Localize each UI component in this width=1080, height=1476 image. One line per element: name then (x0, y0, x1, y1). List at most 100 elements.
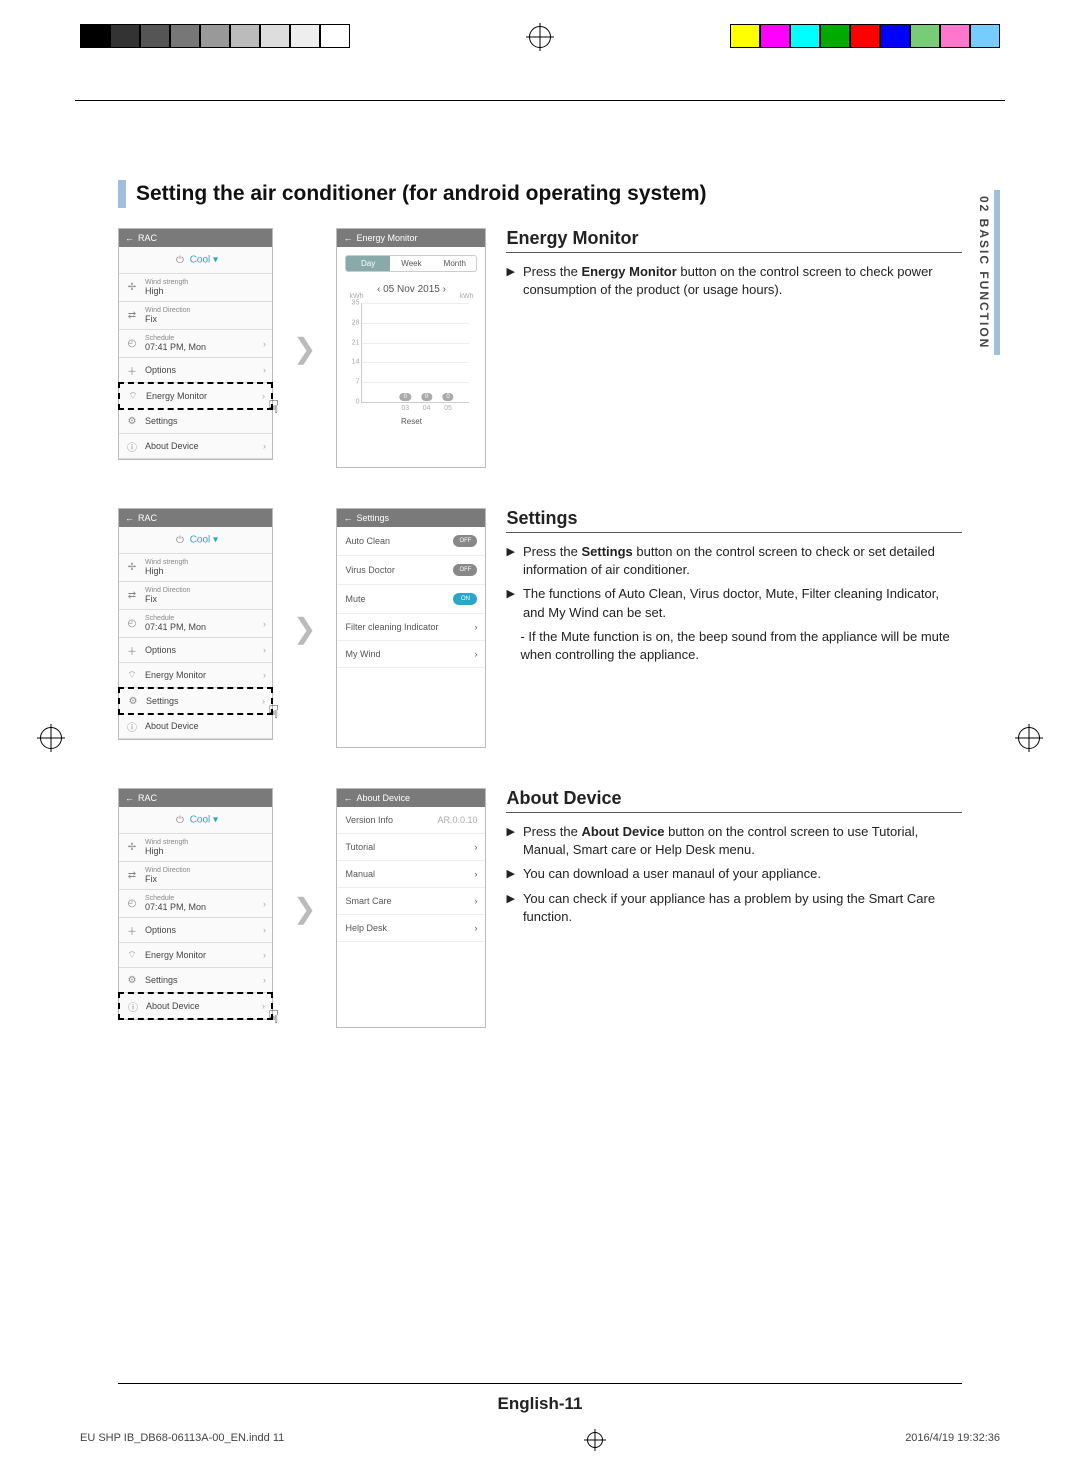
settings-sub-bullet: - If the Mute function is on, the beep s… (520, 628, 962, 664)
about-device-row[interactable]: ⓘ About Device › (119, 434, 272, 459)
virus-doctor-toggle[interactable]: OFF (453, 564, 477, 576)
about-device-row[interactable]: ⓘAbout Device (119, 714, 272, 739)
energy-monitor-header: ←Energy Monitor (337, 229, 485, 247)
gear-icon: ⚙ (126, 694, 140, 708)
x-tick: 05 (444, 405, 452, 412)
chevron-right-icon: › (262, 696, 265, 706)
wind-direction-row[interactable]: ⇄Wind DirectionFix (119, 302, 272, 330)
fan-icon: ✢ (125, 281, 139, 295)
color-bar-right (730, 24, 1000, 48)
chevron-right-icon: › (474, 622, 477, 632)
tutorial-row[interactable]: Tutorial› (337, 834, 485, 861)
schedule-row[interactable]: ◴Schedule07:41 PM, Mon› (119, 890, 272, 918)
chevron-right-icon: › (474, 649, 477, 659)
tab-month[interactable]: Month (433, 256, 476, 271)
rac-screen-1: ← RAC ⏻ Cool ▾ ✢Wind strengthHigh ⇄Wind D… (118, 228, 273, 460)
chevron-right-icon: › (263, 645, 266, 655)
date-value: 05 Nov 2015 (383, 284, 440, 295)
back-arrow-icon[interactable]: ← (125, 233, 134, 243)
clock-icon: ◴ (125, 617, 139, 631)
schedule-value: 07:41 PM, Mon (145, 342, 206, 352)
info-icon: ⓘ (125, 719, 139, 733)
period-tabs: Day Week Month (345, 255, 477, 272)
settings-row[interactable]: ⚙Settings›☟ (118, 687, 273, 715)
options-row[interactable]: ＋Options› (119, 918, 272, 943)
filter-row[interactable]: Filter cleaning Indicator› (337, 614, 485, 641)
chevron-right-icon: › (263, 950, 266, 960)
smart-care-label: Smart Care (345, 896, 391, 906)
chevron-left-icon[interactable]: ‹ (377, 284, 380, 295)
wind-direction-row[interactable]: ⇄Wind DirectionFix (119, 582, 272, 610)
options-row[interactable]: ＋Options› (119, 358, 272, 383)
about-bullet-1: ▶Press the About Device button on the co… (506, 823, 962, 859)
settings-row[interactable]: ⚙Settings (119, 409, 272, 434)
fan-icon: ✢ (125, 841, 139, 855)
settings-header-text: Settings (356, 513, 389, 523)
plug-icon: ⌔ (125, 948, 139, 962)
mode-selector[interactable]: ⏻ Cool ▾ (119, 807, 272, 834)
reset-button[interactable]: Reset (381, 417, 441, 426)
crop-line (75, 100, 1005, 101)
chevron-right-icon: › (474, 923, 477, 933)
mute-toggle[interactable]: ON (453, 593, 477, 605)
manual-row[interactable]: Manual› (337, 861, 485, 888)
chevron-right-icon: › (474, 869, 477, 879)
wind-direction-value: Fix (145, 314, 157, 324)
about-device-row[interactable]: ⓘAbout Device›☟ (118, 992, 273, 1020)
tab-day[interactable]: Day (346, 256, 389, 271)
section-tab: 02 BASIC FUNCTION (974, 190, 1000, 355)
my-wind-row[interactable]: My Wind› (337, 641, 485, 668)
clock-icon: ◴ (125, 897, 139, 911)
back-arrow-icon[interactable]: ← (343, 793, 352, 803)
about-device-label: About Device (145, 441, 199, 451)
back-arrow-icon[interactable]: ← (343, 513, 352, 523)
energy-monitor-label: Energy Monitor (146, 391, 207, 401)
options-row[interactable]: ＋Options› (119, 638, 272, 663)
help-desk-row[interactable]: Help Desk› (337, 915, 485, 942)
chevron-right-icon[interactable]: › (443, 284, 446, 295)
rac-header-text: RAC (138, 233, 157, 243)
smart-care-row[interactable]: Smart Care › (337, 888, 485, 915)
tab-week[interactable]: Week (390, 256, 433, 271)
auto-clean-row[interactable]: Auto CleanOFF (337, 527, 485, 556)
back-arrow-icon[interactable]: ← (125, 793, 134, 803)
wind-strength-row[interactable]: ✢Wind strengthHigh (119, 274, 272, 302)
dropdown-icon: ▾ (213, 255, 218, 266)
tutorial-label: Tutorial (345, 842, 375, 852)
energy-monitor-row[interactable]: ⌔Energy Monitor› (119, 943, 272, 968)
wind-strength-value: High (145, 286, 164, 296)
schedule-row[interactable]: ◴Schedule07:41 PM, Mon› (119, 610, 272, 638)
kwh-unit: kWh (459, 293, 473, 300)
mode-selector[interactable]: ⏻ Cool ▾ (119, 527, 272, 554)
plus-icon: ＋ (125, 363, 139, 377)
wind-strength-row[interactable]: ✢Wind strengthHigh (119, 834, 272, 862)
registration-mark-left (40, 727, 62, 749)
energy-monitor-row[interactable]: ⌔Energy Monitor› (119, 663, 272, 688)
mode-selector[interactable]: ⏻ Cool ▾ (119, 247, 272, 274)
settings-row[interactable]: ⚙Settings› (119, 968, 272, 993)
bar-value: 0 (421, 393, 432, 401)
clock-icon: ◴ (125, 337, 139, 351)
direction-icon: ⇄ (125, 309, 139, 323)
energy-monitor-row[interactable]: ⌔Energy Monitor›☟ (118, 382, 273, 410)
back-arrow-icon[interactable]: ← (343, 233, 352, 243)
chevron-right-icon: › (263, 441, 266, 451)
version-row[interactable]: Version InfoAR.0.0.10 (337, 807, 485, 834)
auto-clean-toggle[interactable]: OFF (453, 535, 477, 547)
registration-mark-bottom (587, 1432, 603, 1448)
about-header-text: About Device (356, 793, 410, 803)
mute-row[interactable]: MuteON (337, 585, 485, 614)
chevron-right-icon: › (262, 391, 265, 401)
info-icon: ⓘ (125, 439, 139, 453)
virus-doctor-row[interactable]: Virus DoctorOFF (337, 556, 485, 585)
back-arrow-icon[interactable]: ← (125, 513, 134, 523)
wind-strength-row[interactable]: ✢Wind strengthHigh (119, 554, 272, 582)
bar-value: 0 (400, 393, 411, 401)
title-accent (118, 180, 126, 208)
chevron-right-icon: › (474, 896, 477, 906)
wind-direction-row[interactable]: ⇄Wind DirectionFix (119, 862, 272, 890)
schedule-row[interactable]: ◴Schedule07:41 PM, Mon› (119, 330, 272, 358)
plus-icon: ＋ (125, 643, 139, 657)
rac-screen-2: ←RAC ⏻ Cool ▾ ✢Wind strengthHigh ⇄Wind D… (118, 508, 273, 740)
settings-bullet-2: ▶The functions of Auto Clean, Virus doct… (506, 585, 962, 621)
